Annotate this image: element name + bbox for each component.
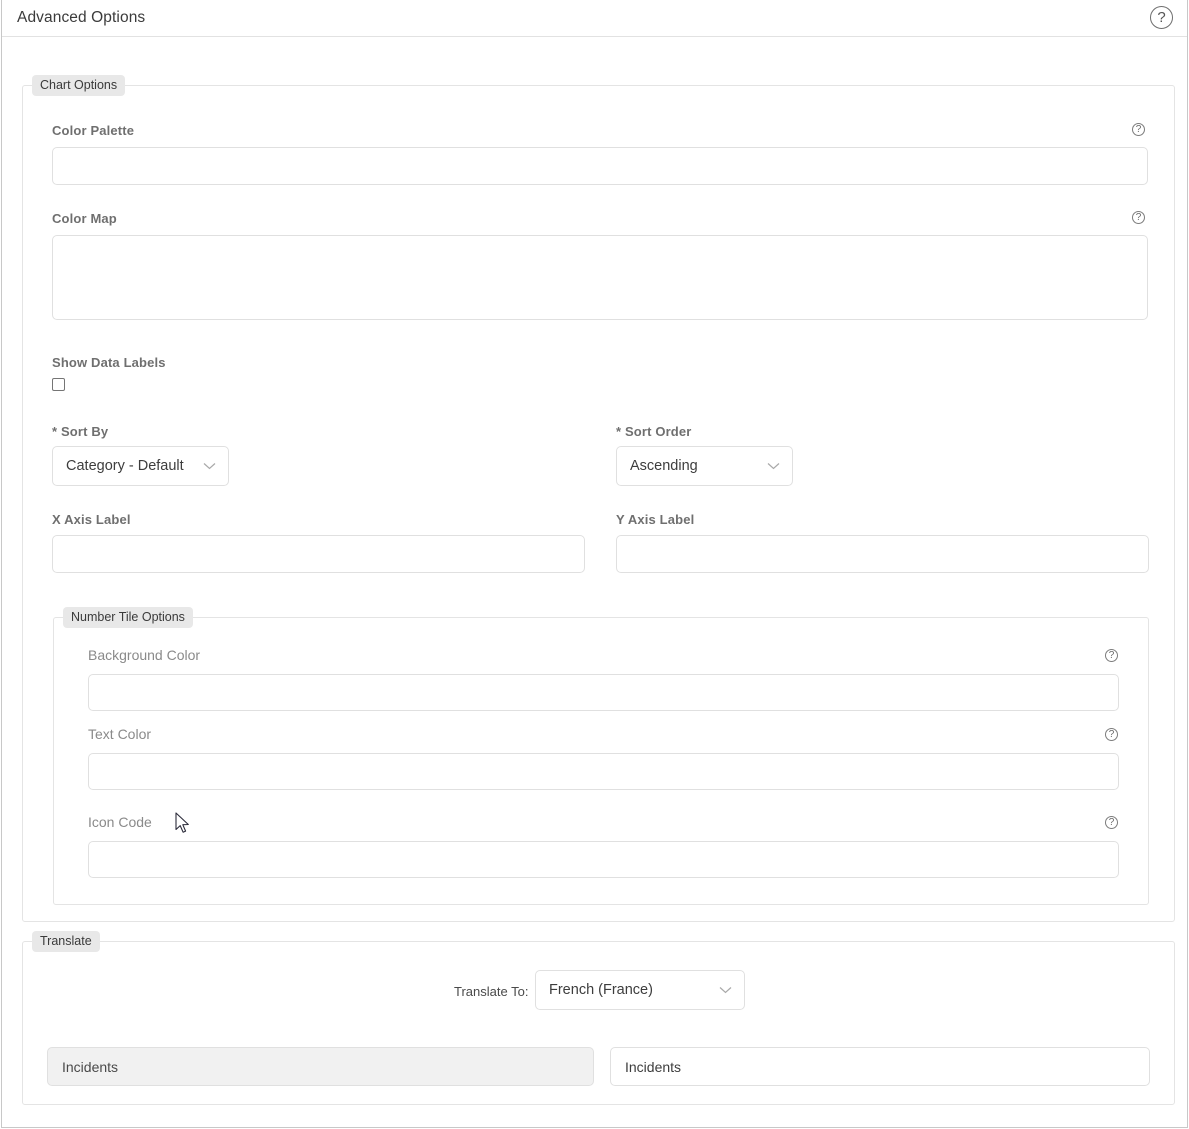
help-circle-icon[interactable]: ? xyxy=(1150,6,1173,29)
y-axis-label-label: Y Axis Label xyxy=(616,512,695,527)
translate-fieldset: Translate Translate To: French (France) xyxy=(22,931,1175,1105)
background-color-label: Background Color xyxy=(88,647,201,663)
color-map-label: Color Map xyxy=(52,211,117,226)
chevron-down-icon xyxy=(767,462,780,470)
x-axis-label-label: X Axis Label xyxy=(52,512,131,527)
text-color-help-icon[interactable]: ? xyxy=(1105,728,1118,741)
number-tile-options-fieldset: Number Tile Options Background Color ? T… xyxy=(53,607,1149,905)
icon-code-help-icon[interactable]: ? xyxy=(1105,816,1118,829)
sort-by-label: * Sort By xyxy=(52,424,109,439)
color-map-help-icon[interactable]: ? xyxy=(1132,211,1145,224)
color-palette-help-icon[interactable]: ? xyxy=(1132,123,1145,136)
show-data-labels-checkbox[interactable] xyxy=(52,378,65,391)
advanced-options-screen: Advanced Options ? Chart Options Color P… xyxy=(0,0,1189,1129)
background-color-help-icon[interactable]: ? xyxy=(1105,649,1118,662)
number-tile-options-legend: Number Tile Options xyxy=(63,607,193,628)
help-icon[interactable]: ? xyxy=(1150,6,1174,30)
background-color-input[interactable] xyxy=(88,674,1119,711)
sort-by-value: Category - Default xyxy=(66,458,184,474)
icon-code-label: Icon Code xyxy=(88,814,152,830)
color-palette-input[interactable] xyxy=(52,147,1148,185)
text-color-input[interactable] xyxy=(88,753,1119,790)
translate-legend: Translate xyxy=(32,931,100,952)
translate-target-input[interactable] xyxy=(610,1047,1150,1086)
translate-to-value: French (France) xyxy=(549,982,653,998)
translate-source-input xyxy=(47,1047,594,1086)
sort-order-label: * Sort Order xyxy=(616,424,692,439)
mouse-cursor xyxy=(175,812,191,836)
sort-order-select[interactable]: Ascending xyxy=(616,446,793,486)
color-palette-label: Color Palette xyxy=(52,123,135,138)
color-map-input[interactable] xyxy=(52,235,1148,320)
translate-to-label: Translate To: xyxy=(454,984,529,999)
x-axis-label-input[interactable] xyxy=(52,535,585,573)
page-title: Advanced Options xyxy=(17,9,146,26)
translate-to-select[interactable]: French (France) xyxy=(535,970,745,1010)
chevron-down-icon xyxy=(719,986,732,994)
text-color-label: Text Color xyxy=(88,726,152,742)
sort-by-select[interactable]: Category - Default xyxy=(52,446,229,486)
advanced-options-panel: Advanced Options ? Chart Options Color P… xyxy=(1,0,1188,1128)
icon-code-input[interactable] xyxy=(88,841,1119,878)
show-data-labels-label: Show Data Labels xyxy=(52,355,166,370)
sort-order-value: Ascending xyxy=(630,458,698,474)
chart-options-fieldset: Chart Options Color Palette ? Color Map … xyxy=(22,75,1175,922)
chevron-down-icon xyxy=(203,462,216,470)
panel-header: Advanced Options ? xyxy=(2,0,1187,37)
chart-options-legend: Chart Options xyxy=(32,75,126,96)
y-axis-label-input[interactable] xyxy=(616,535,1149,573)
